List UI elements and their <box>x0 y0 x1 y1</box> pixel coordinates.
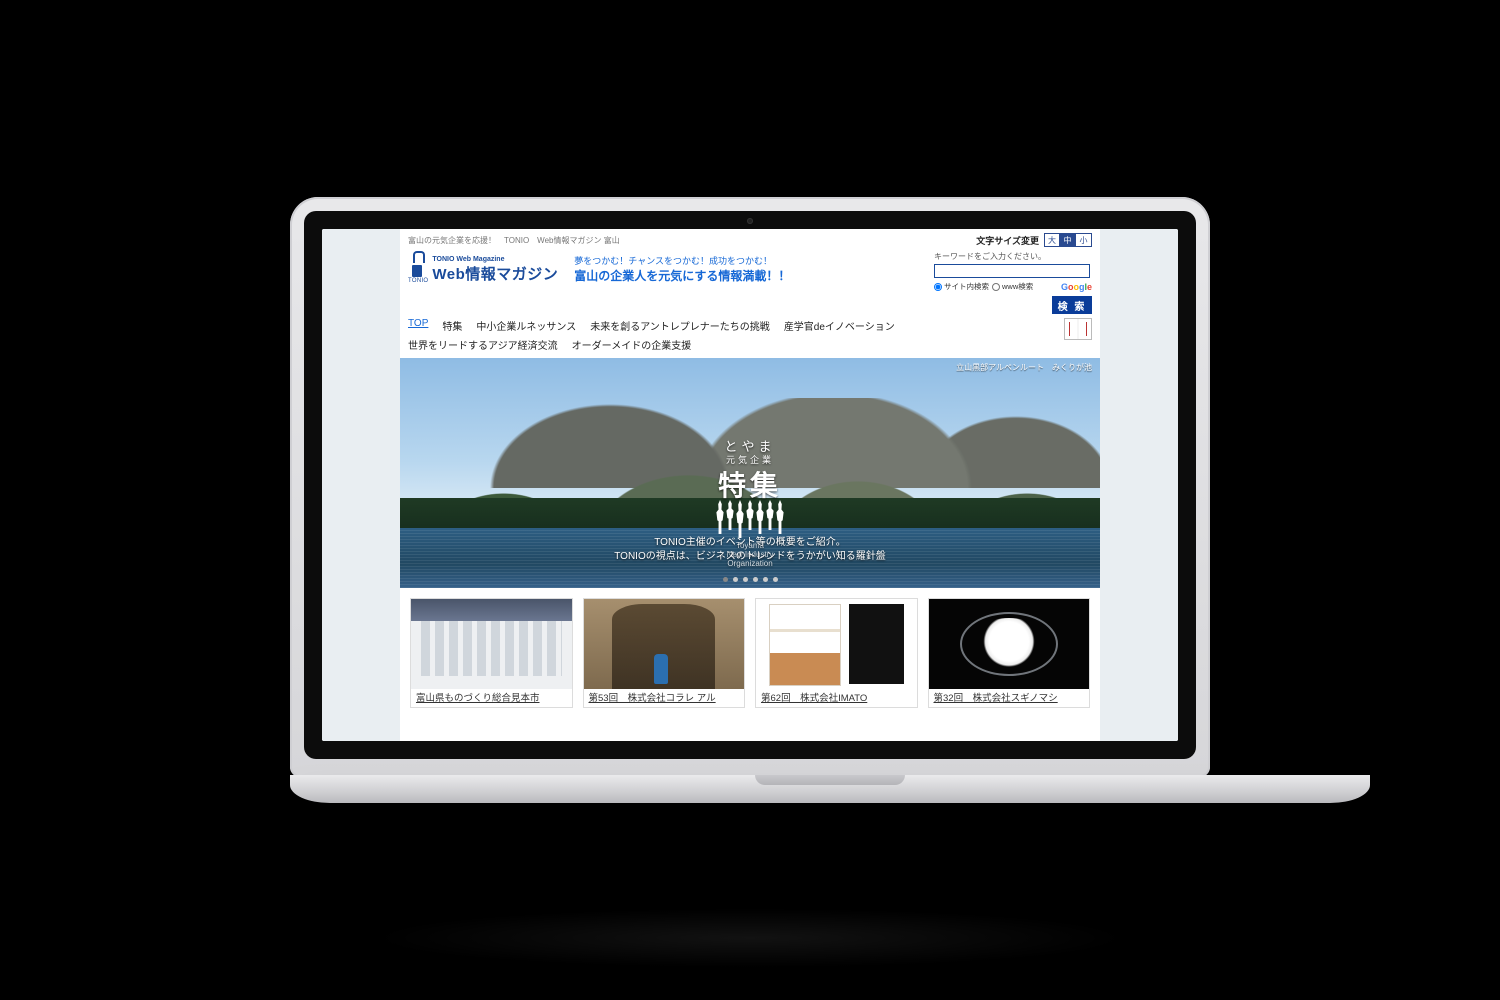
search-hint: キーワードをご入力ください。 <box>934 251 1092 262</box>
article-cards: 富山県ものづくり総合見本市 第53回 株式会社コラレ アル 第62回 株式会社I… <box>400 588 1100 708</box>
search-scope-www[interactable]: www検索 <box>992 281 1033 292</box>
article-card[interactable]: 第62回 株式会社IMATO <box>755 598 918 708</box>
search-panel: キーワードをご入力ください。 サイト内検索 www検索 Google 検 索 <box>934 251 1092 314</box>
carousel-dot[interactable] <box>733 577 738 582</box>
nav-asia[interactable]: 世界をリードするアジア経済交流 <box>408 337 558 352</box>
logo-mark-icon <box>408 251 426 277</box>
nav-top[interactable]: TOP <box>408 318 428 333</box>
search-scope-site[interactable]: サイト内検索 <box>934 281 989 292</box>
hero-silhouettes-icon <box>400 500 1100 540</box>
carousel-dot[interactable] <box>723 577 728 582</box>
tagline-line2: 富山の企業人を元気にする情報満載！！ <box>574 267 790 284</box>
card-thumb <box>929 599 1090 689</box>
logo-mark-label: TONIO <box>408 278 428 284</box>
main-nav: TOP 特集 中小企業ルネッサンス 未来を創るアントレプレナーたちの挑戦 産学官… <box>408 318 1054 352</box>
hero-carousel: 立山黒部アルペンルート みくりが池 とやま 元気企業 特集 T <box>400 358 1100 588</box>
search-input[interactable] <box>934 264 1090 278</box>
nav-entrepreneur[interactable]: 未来を創るアントレプレナーたちの挑戦 <box>590 318 770 333</box>
font-size-label: 文字サイズ変更 <box>976 234 1039 247</box>
font-size-small[interactable]: 小 <box>1076 233 1092 247</box>
nav-innovation[interactable]: 産学官deイノベーション <box>784 318 895 333</box>
radio-www[interactable] <box>992 283 1000 291</box>
card-thumb <box>411 599 572 689</box>
radio-site[interactable] <box>934 283 942 291</box>
card-thumb <box>584 599 745 689</box>
utility-bar: 富山の元気企業を応援！ TONIO Web情報マガジン 富山 文字サイズ変更 大… <box>400 229 1100 249</box>
tagline-line1: 夢をつかむ！チャンスをつかむ！成功をつかむ！ <box>574 254 790 267</box>
font-size-large[interactable]: 大 <box>1044 233 1060 247</box>
article-card[interactable]: 富山県ものづくり総合見本市 <box>410 598 573 708</box>
article-card[interactable]: 第53回 株式会社コラレ アル <box>583 598 746 708</box>
page: 富山の元気企業を応援！ TONIO Web情報マガジン 富山 文字サイズ変更 大… <box>322 229 1178 741</box>
hero-subtext: TONIO主催のイベント等の概要をご紹介。 TONIOの視点は、ビジネスのトレン… <box>400 536 1100 564</box>
site-tagline-top: 富山の元気企業を応援！ TONIO Web情報マガジン 富山 <box>408 235 620 246</box>
nav-renaissance[interactable]: 中小企業ルネッサンス <box>476 318 576 333</box>
book-icon[interactable] <box>1064 318 1092 340</box>
hero-big: 特集 <box>400 464 1100 504</box>
logo-subtitle: TONIO Web Magazine <box>432 256 558 263</box>
header-tagline: 夢をつかむ！チャンスをつかむ！成功をつかむ！ 富山の企業人を元気にする情報満載！… <box>574 251 790 284</box>
font-size-medium[interactable]: 中 <box>1060 233 1076 247</box>
carousel-dot[interactable] <box>773 577 778 582</box>
card-title[interactable]: 第62回 株式会社IMATO <box>756 689 917 707</box>
font-size-buttons: 大 中 小 <box>1044 233 1092 247</box>
hero-caption: 立山黒部アルペンルート みくりが池 <box>956 362 1092 373</box>
nav-feature[interactable]: 特集 <box>442 318 462 333</box>
card-thumb <box>756 599 917 689</box>
carousel-dot[interactable] <box>763 577 768 582</box>
logo-title: Web情報マガジン <box>432 263 558 284</box>
site-logo[interactable]: TONIO TONIO Web Magazine Web情報マガジン <box>408 251 558 284</box>
article-card[interactable]: 第32回 株式会社スギノマシ <box>928 598 1091 708</box>
google-logo: Google <box>1061 282 1092 292</box>
card-title[interactable]: 第53回 株式会社コラレ アル <box>584 689 745 707</box>
search-button[interactable]: 検 索 <box>1052 296 1092 314</box>
carousel-dot[interactable] <box>743 577 748 582</box>
card-title[interactable]: 第32回 株式会社スギノマシ <box>929 689 1090 707</box>
carousel-dot[interactable] <box>753 577 758 582</box>
header: TONIO TONIO Web Magazine Web情報マガジン 夢をつかむ… <box>400 249 1100 318</box>
card-title[interactable]: 富山県ものづくり総合見本市 <box>411 689 572 707</box>
nav-support[interactable]: オーダーメイドの企業支援 <box>572 337 692 352</box>
carousel-dots <box>400 577 1100 582</box>
